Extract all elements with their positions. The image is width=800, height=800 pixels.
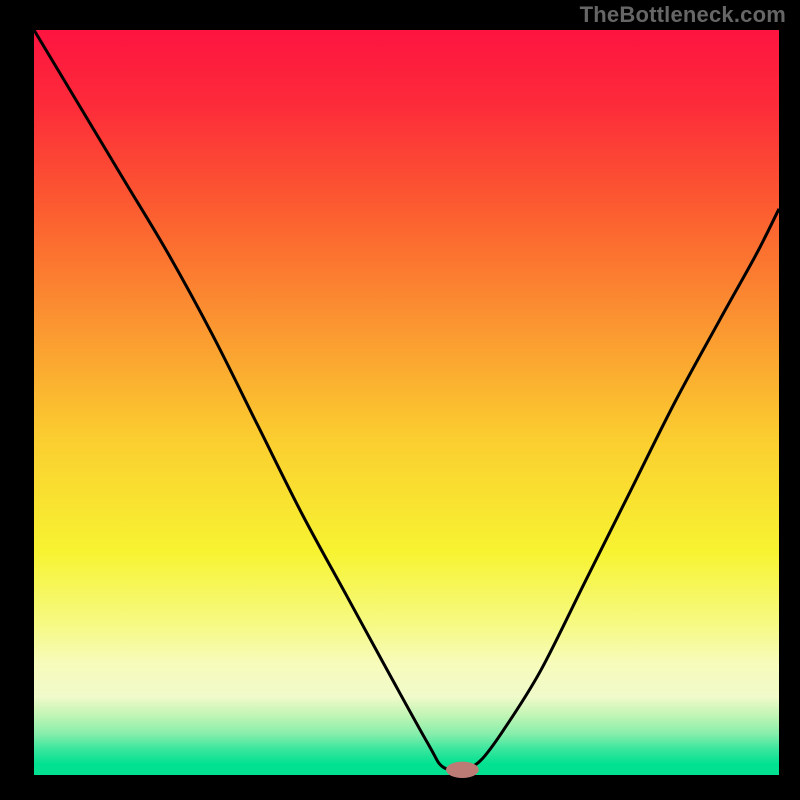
bottleneck-chart — [0, 0, 800, 800]
plot-background — [34, 30, 779, 775]
current-config-marker — [446, 762, 479, 778]
chart-container: TheBottleneck.com — [0, 0, 800, 800]
watermark-text: TheBottleneck.com — [580, 2, 786, 28]
